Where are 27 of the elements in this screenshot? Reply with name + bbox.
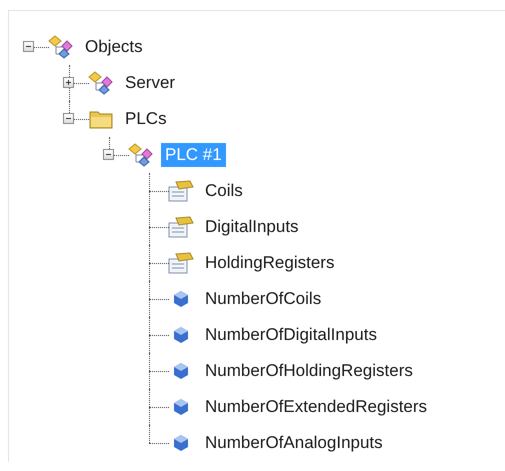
cube-icon (173, 326, 189, 344)
expander-toggle[interactable] (63, 77, 74, 88)
tree-item[interactable]: NumberOfCoils (201, 287, 326, 311)
expander-toggle[interactable] (103, 149, 114, 160)
cube-icon (173, 362, 189, 380)
cube-icon (173, 434, 189, 452)
tree-item[interactable]: Objects (81, 35, 147, 59)
expander-toggle[interactable] (23, 41, 34, 52)
expander-toggle[interactable] (63, 113, 74, 124)
object-icon (88, 71, 114, 95)
table-icon (168, 252, 194, 274)
folder-icon (89, 109, 113, 129)
table-icon (168, 180, 194, 202)
tree-item[interactable]: NumberOfAnalogInputs (201, 431, 387, 455)
tree-item[interactable]: DigitalInputs (201, 215, 303, 239)
tree-item[interactable]: NumberOfExtendedRegisters (201, 395, 432, 419)
table-icon (168, 216, 194, 238)
cube-icon (173, 290, 189, 308)
tree-item[interactable]: Coils (201, 179, 247, 203)
tree-item[interactable]: NumberOfDigitalInputs (201, 323, 381, 347)
tree-item[interactable]: NumberOfHoldingRegisters (201, 359, 417, 383)
object-icon (48, 35, 74, 59)
cube-icon (173, 398, 189, 416)
tree-item[interactable]: PLCs (121, 107, 171, 131)
tree-item[interactable]: Server (121, 71, 180, 95)
tree-item[interactable]: HoldingRegisters (201, 251, 338, 275)
object-icon (128, 143, 154, 167)
